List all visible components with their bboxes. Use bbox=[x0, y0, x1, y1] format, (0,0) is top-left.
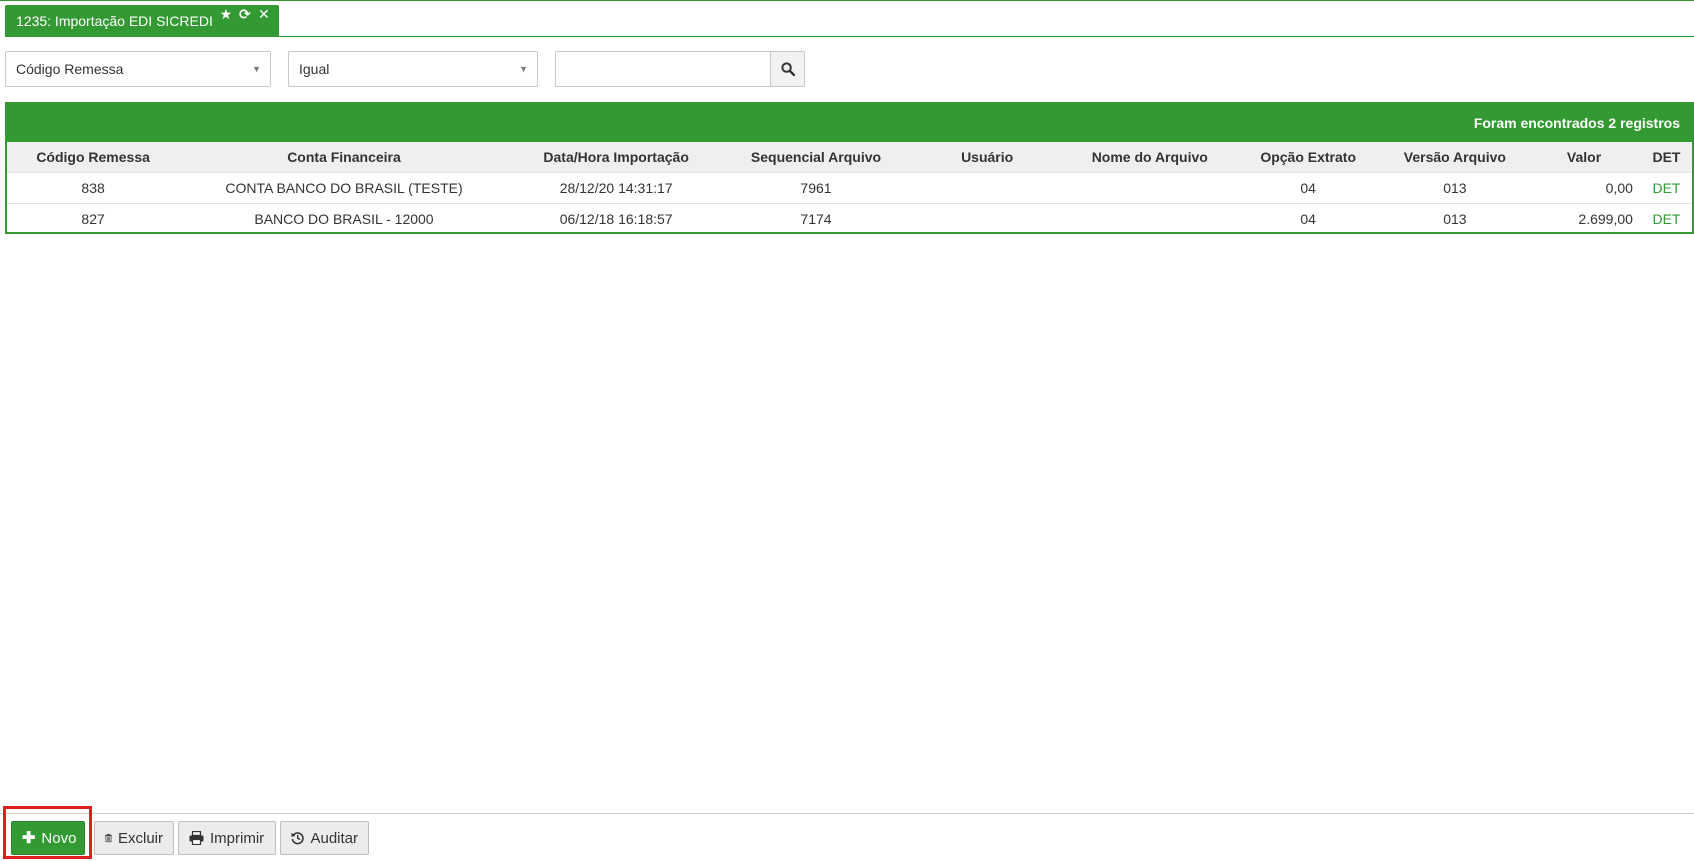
print-icon bbox=[189, 831, 204, 845]
imprimir-button-label: Imprimir bbox=[210, 829, 265, 847]
column-header[interactable]: Código Remessa bbox=[7, 142, 180, 173]
column-header[interactable]: Sequencial Arquivo bbox=[723, 142, 909, 173]
table-cell: BANCO DO BRASIL - 12000 bbox=[179, 203, 509, 234]
close-icon[interactable]: ✕ bbox=[257, 7, 271, 21]
table-row[interactable]: 827 BANCO DO BRASIL - 12000 06/12/18 16:… bbox=[7, 203, 1692, 234]
column-header[interactable]: DET bbox=[1640, 142, 1692, 173]
column-header[interactable]: Usuário bbox=[908, 142, 1066, 173]
det-link[interactable]: DET bbox=[1640, 172, 1692, 204]
chevron-down-icon: ▼ bbox=[252, 64, 261, 74]
novo-button-label: Novo bbox=[41, 829, 77, 847]
star-icon[interactable]: ★ bbox=[219, 7, 233, 21]
column-header[interactable]: Nome do Arquivo bbox=[1065, 142, 1234, 173]
auditar-button-label: Auditar bbox=[310, 829, 358, 847]
plus-icon: ✚ bbox=[22, 830, 36, 847]
results-grid: Foram encontrados 2 registros Código Rem… bbox=[5, 102, 1694, 234]
column-header[interactable]: Versão Arquivo bbox=[1382, 142, 1528, 173]
column-header[interactable]: Conta Financeira bbox=[179, 142, 509, 173]
field-select[interactable]: Código Remessa ▼ bbox=[5, 51, 271, 87]
table-cell: 013 bbox=[1382, 203, 1528, 234]
table-cell: 7961 bbox=[723, 172, 909, 204]
table-cell bbox=[1065, 203, 1234, 234]
table-cell: 7174 bbox=[723, 203, 909, 234]
table-header-row: Código Remessa Conta Financeira Data/Hor… bbox=[7, 142, 1692, 173]
record-count: Foram encontrados 2 registros bbox=[7, 104, 1692, 142]
imprimir-button[interactable]: Imprimir bbox=[178, 821, 276, 855]
table-cell: 06/12/18 16:18:57 bbox=[508, 203, 724, 234]
table-cell bbox=[908, 172, 1066, 204]
table-cell: 013 bbox=[1382, 172, 1528, 204]
results-table: Código Remessa Conta Financeira Data/Hor… bbox=[7, 142, 1692, 234]
operator-select[interactable]: Igual ▼ bbox=[288, 51, 538, 87]
column-header[interactable]: Data/Hora Importação bbox=[508, 142, 724, 173]
tab-underline bbox=[5, 36, 1694, 37]
tab-importacao-edi[interactable]: 1235: Importação EDI SICREDI ★ ⟳ ✕ bbox=[5, 5, 279, 36]
footer-divider bbox=[0, 813, 1694, 814]
tab-title: 1235: Importação EDI SICREDI bbox=[16, 13, 213, 29]
operator-select-value: Igual bbox=[299, 61, 330, 77]
table-cell: 04 bbox=[1233, 203, 1383, 234]
novo-button[interactable]: ✚ Novo bbox=[11, 821, 85, 855]
table-cell: 04 bbox=[1233, 172, 1383, 204]
history-icon bbox=[291, 832, 304, 845]
column-header[interactable]: Opção Extrato bbox=[1233, 142, 1383, 173]
excluir-button-label: Excluir bbox=[117, 829, 163, 847]
auditar-button[interactable]: Auditar bbox=[280, 821, 369, 855]
table-cell: 2.699,00 bbox=[1527, 203, 1641, 234]
table-cell: 28/12/20 14:31:17 bbox=[508, 172, 724, 204]
search-input[interactable] bbox=[555, 51, 770, 87]
table-cell: 838 bbox=[7, 172, 180, 204]
table-row[interactable]: 838 CONTA BANCO DO BRASIL (TESTE) 28/12/… bbox=[7, 172, 1692, 204]
table-cell bbox=[908, 203, 1066, 234]
table-cell: 0,00 bbox=[1527, 172, 1641, 204]
trash-icon bbox=[105, 833, 112, 843]
excluir-button[interactable]: Excluir bbox=[94, 821, 174, 855]
field-select-value: Código Remessa bbox=[16, 61, 124, 77]
table-cell: CONTA BANCO DO BRASIL (TESTE) bbox=[179, 172, 509, 204]
table-cell: 827 bbox=[7, 203, 180, 234]
det-link[interactable]: DET bbox=[1640, 203, 1692, 234]
column-header[interactable]: Valor bbox=[1527, 142, 1641, 173]
table-cell bbox=[1065, 172, 1234, 204]
refresh-icon[interactable]: ⟳ bbox=[238, 7, 252, 21]
search-icon bbox=[780, 62, 795, 76]
search-button[interactable] bbox=[770, 51, 805, 87]
chevron-down-icon: ▼ bbox=[519, 64, 528, 74]
top-border bbox=[0, 0, 1694, 1]
